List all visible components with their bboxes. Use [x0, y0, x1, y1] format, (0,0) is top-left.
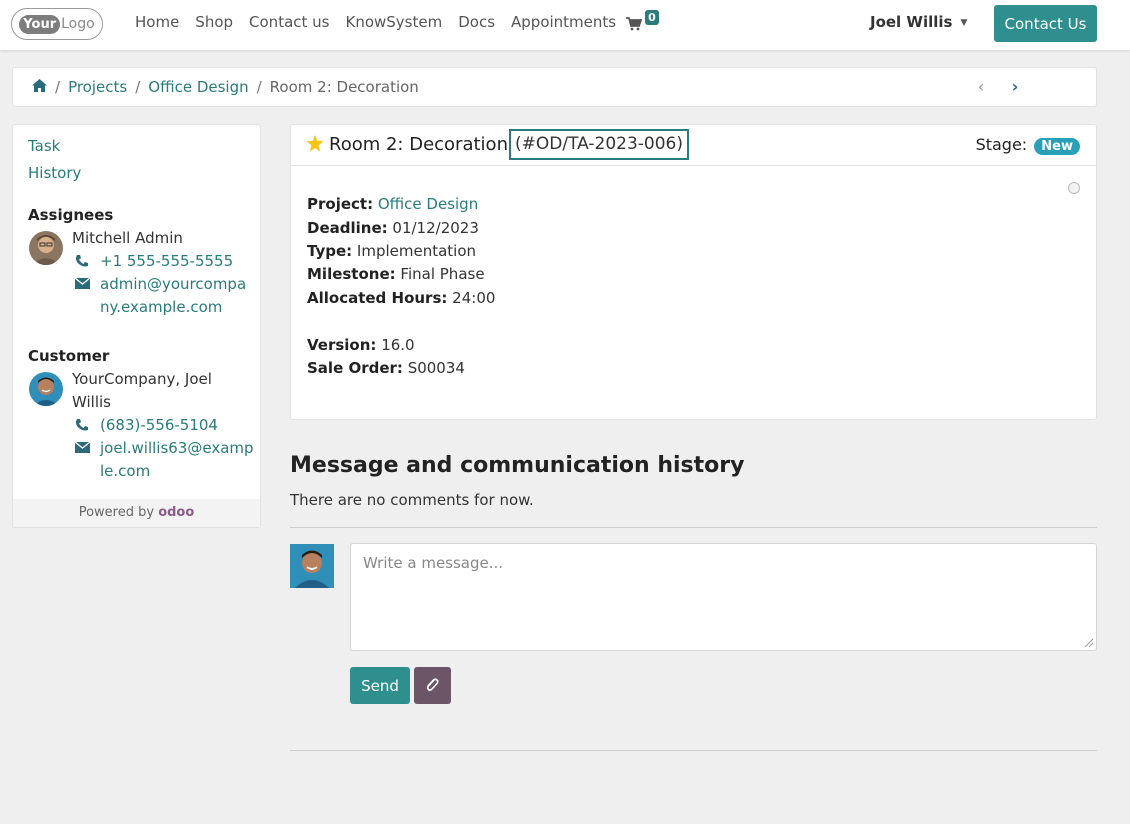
breadcrumb-separator: / — [135, 78, 141, 96]
assignee-phone: +1 555-555-5555 — [75, 250, 255, 273]
customer-email: joel.willis63@example.com — [75, 437, 255, 483]
home-icon[interactable] — [32, 78, 47, 96]
logo-text: Logo — [61, 16, 95, 32]
phone-icon — [76, 419, 88, 431]
breadcrumb-separator: / — [55, 78, 61, 96]
field-sale-order-value: S00034 — [407, 359, 465, 377]
user-name: Joel Willis — [870, 13, 953, 31]
phone-icon — [76, 255, 88, 267]
divider — [290, 750, 1097, 751]
assignee-phone-link[interactable]: +1 555-555-5555 — [75, 250, 255, 273]
contact-us-button[interactable]: Contact Us — [994, 5, 1097, 42]
current-user-avatar — [290, 544, 334, 588]
field-type: Type: Implementation — [307, 242, 476, 260]
field-type-label: Type: — [307, 242, 353, 260]
nav-link-knowsystem[interactable]: KnowSystem — [345, 13, 442, 31]
sidebar-link-history[interactable]: History — [28, 164, 81, 182]
field-sale-order: Sale Order: S00034 — [307, 359, 465, 377]
field-version-label: Version: — [307, 336, 377, 354]
company-logo[interactable]: Your Logo — [11, 8, 103, 40]
field-project-link[interactable]: Office Design — [378, 195, 478, 213]
send-button[interactable]: Send — [350, 667, 410, 704]
attach-file-button[interactable] — [414, 667, 451, 704]
customer-email-link[interactable]: joel.willis63@example.com — [75, 437, 255, 483]
field-milestone-label: Milestone: — [307, 265, 396, 283]
powered-by-footer: Powered by odoo — [13, 499, 260, 527]
field-milestone: Milestone: Final Phase — [307, 265, 485, 283]
field-type-value: Implementation — [356, 242, 477, 260]
task-card: Room 2: Decoration (#OD/TA-2023-006) Sta… — [290, 124, 1097, 420]
task-header: Room 2: Decoration (#OD/TA-2023-006) Sta… — [291, 125, 1096, 166]
odoo-logo[interactable]: odoo — [158, 505, 194, 520]
nav-link-shop[interactable]: Shop — [195, 13, 233, 31]
status-radio[interactable] — [1068, 182, 1080, 194]
nav-link-docs[interactable]: Docs — [458, 13, 495, 31]
customer-avatar — [29, 372, 63, 406]
caret-down-icon: ▼ — [960, 18, 968, 28]
assignee-avatar — [29, 231, 63, 265]
main-nav: Home Shop Contact us KnowSystem Docs App… — [135, 13, 632, 31]
divider — [290, 527, 1097, 528]
stage-badge: New — [1034, 138, 1080, 155]
sidebar-link-task[interactable]: Task — [28, 137, 60, 155]
logo-bold-text: Your — [19, 14, 61, 34]
nav-link-home[interactable]: Home — [135, 13, 179, 31]
nav-link-appointments[interactable]: Appointments — [511, 13, 616, 31]
breadcrumb-office-design[interactable]: Office Design — [148, 78, 248, 96]
breadcrumb-separator: / — [256, 78, 262, 96]
field-version: Version: 16.0 — [307, 336, 415, 354]
message-history-title: Message and communication history — [290, 453, 745, 478]
stage-label: Stage: — [975, 135, 1028, 154]
assignee-email-link[interactable]: admin@yourcompany.example.com — [75, 273, 255, 319]
breadcrumb-projects[interactable]: Projects — [68, 78, 127, 96]
resize-handle-icon[interactable] — [1084, 638, 1093, 647]
powered-by-label: Powered by — [78, 505, 155, 520]
task-sidebar: Task History Assignees Mitchell Admin +1… — [12, 124, 261, 528]
assignee-email: admin@yourcompany.example.com — [75, 273, 255, 319]
top-navbar: Your Logo Home Shop Contact us KnowSystem… — [0, 0, 1130, 50]
field-deadline-label: Deadline: — [307, 219, 388, 237]
field-project: Project: Office Design — [307, 195, 478, 213]
record-pager: ‹ › — [964, 77, 1032, 96]
assignees-heading: Assignees — [28, 206, 114, 224]
breadcrumb: / Projects / Office Design / Room 2: Dec… — [32, 78, 419, 96]
chevron-left-icon[interactable]: ‹ — [964, 77, 998, 96]
field-version-value: 16.0 — [381, 336, 415, 354]
field-allocated-hours-label: Allocated Hours: — [307, 289, 448, 307]
envelope-icon — [75, 441, 90, 453]
field-sale-order-label: Sale Order: — [307, 359, 403, 377]
field-deadline: Deadline: 01/12/2023 — [307, 219, 479, 237]
breadcrumb-bar: / Projects / Office Design / Room 2: Dec… — [12, 67, 1097, 107]
customer-heading: Customer — [28, 347, 110, 365]
stage-indicator: Stage: New — [976, 135, 1080, 155]
task-reference: (#OD/TA-2023-006) — [509, 129, 690, 160]
envelope-icon — [75, 277, 90, 289]
field-allocated-hours-value: 24:00 — [452, 289, 496, 307]
no-comments-text: There are no comments for now. — [290, 491, 534, 509]
paperclip-icon — [426, 678, 439, 691]
customer-name: YourCompany, Joel Willis — [72, 370, 212, 411]
field-milestone-value: Final Phase — [400, 265, 485, 283]
cart-count-badge: 0 — [645, 10, 659, 25]
field-project-label: Project: — [307, 195, 374, 213]
message-input[interactable] — [350, 543, 1097, 651]
task-title: Room 2: Decoration — [329, 134, 508, 155]
assignee-name: Mitchell Admin — [72, 229, 183, 247]
breadcrumb-current: Room 2: Decoration — [269, 78, 419, 96]
field-allocated-hours: Allocated Hours: 24:00 — [307, 289, 495, 307]
star-icon[interactable] — [306, 135, 324, 152]
customer-phone: (683)-556-5104 — [75, 414, 255, 437]
nav-link-contact-us[interactable]: Contact us — [249, 13, 329, 31]
field-deadline-value: 01/12/2023 — [392, 219, 479, 237]
user-menu-dropdown[interactable]: Joel Willis ▼ — [870, 13, 967, 31]
cart-link[interactable]: 0 — [626, 10, 662, 34]
chevron-right-icon[interactable]: › — [998, 77, 1032, 96]
customer-phone-link[interactable]: (683)-556-5104 — [75, 414, 255, 437]
shopping-cart-icon — [626, 17, 642, 31]
